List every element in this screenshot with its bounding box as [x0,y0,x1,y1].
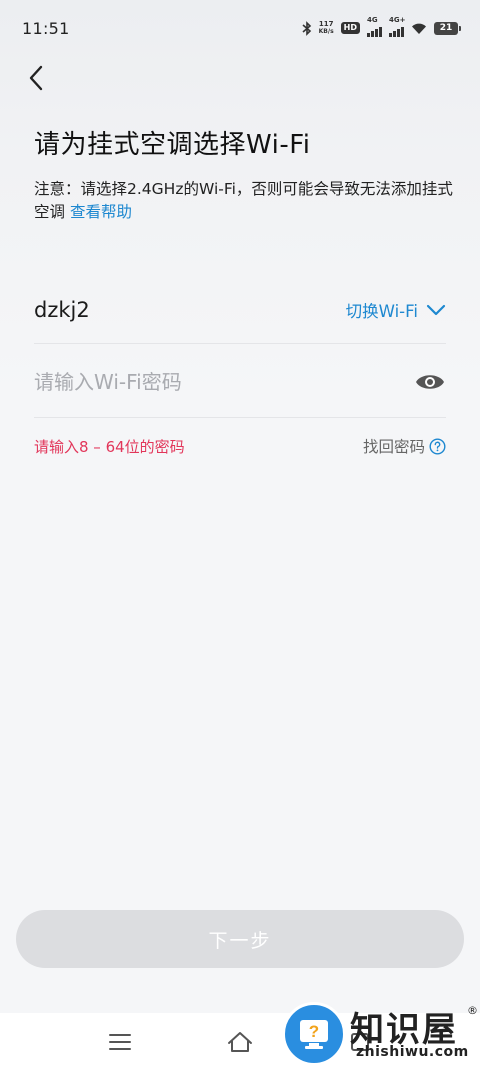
wifi-ssid-row: dzkj2 切换Wi-Fi [34,276,446,344]
watermark-en: zhishiwu.com [356,1044,469,1060]
signal-icon: 4G+ [389,16,406,37]
wifi-icon [411,22,427,35]
svg-text:?: ? [309,1022,319,1041]
menu-icon [109,1033,131,1050]
signal-icon: 4G [367,16,382,37]
home-icon [228,1031,252,1052]
switch-wifi-label: 切换Wi-Fi [345,301,418,321]
password-hint-row: 请输入8 – 64位的密码 找回密码 [34,430,446,462]
sim1-label: 4G [367,16,378,24]
battery-icon: 21 [434,21,461,35]
status-time: 11:51 [22,18,70,38]
notice-text: 注意：请选择2.4GHz的Wi-Fi，否则可能会导致无法添加挂式空调 查看帮助 [34,178,454,224]
next-step-button[interactable]: 下一步 [16,910,464,968]
net-speed: 117 KB/s [319,20,334,36]
back-button[interactable] [18,60,54,96]
status-icons: 117 KB/s HD 4G 4G+ 21 [302,16,461,37]
watermark-badge-icon: ? [282,1002,346,1066]
toggle-password-visibility-button[interactable] [414,366,446,398]
home-button[interactable] [218,1020,262,1064]
page-title: 请为挂式空调选择Wi-Fi [34,130,311,160]
bluetooth-icon [302,20,312,36]
eye-icon [416,374,444,389]
watermark: ? 知识屋 ® zhishiwu.com [280,1000,480,1070]
wifi-ssid: dzkj2 [34,297,90,322]
chevron-down-icon [426,304,446,315]
question-circle-icon [429,437,446,455]
watermark-reg: ® [467,1004,478,1017]
switch-wifi-button[interactable]: 切换Wi-Fi [346,298,446,322]
help-link[interactable]: 查看帮助 [70,203,132,221]
menu-button[interactable] [98,1020,142,1064]
sim2-label: 4G+ [389,16,406,24]
forgot-password-link[interactable]: 找回密码 [363,435,446,457]
battery-level: 21 [439,23,453,33]
hd-icon: HD [340,22,360,34]
net-speed-value: 117 [318,20,334,28]
password-row [34,346,446,418]
forgot-password-label: 找回密码 [362,438,425,456]
password-input[interactable] [34,369,374,394]
net-speed-unit: KB/s [318,28,334,35]
chevron-left-icon [29,65,43,91]
status-bar: 11:51 117 KB/s HD 4G 4G+ 21 [0,0,480,56]
password-hint: 请输入8 – 64位的密码 [34,437,185,456]
